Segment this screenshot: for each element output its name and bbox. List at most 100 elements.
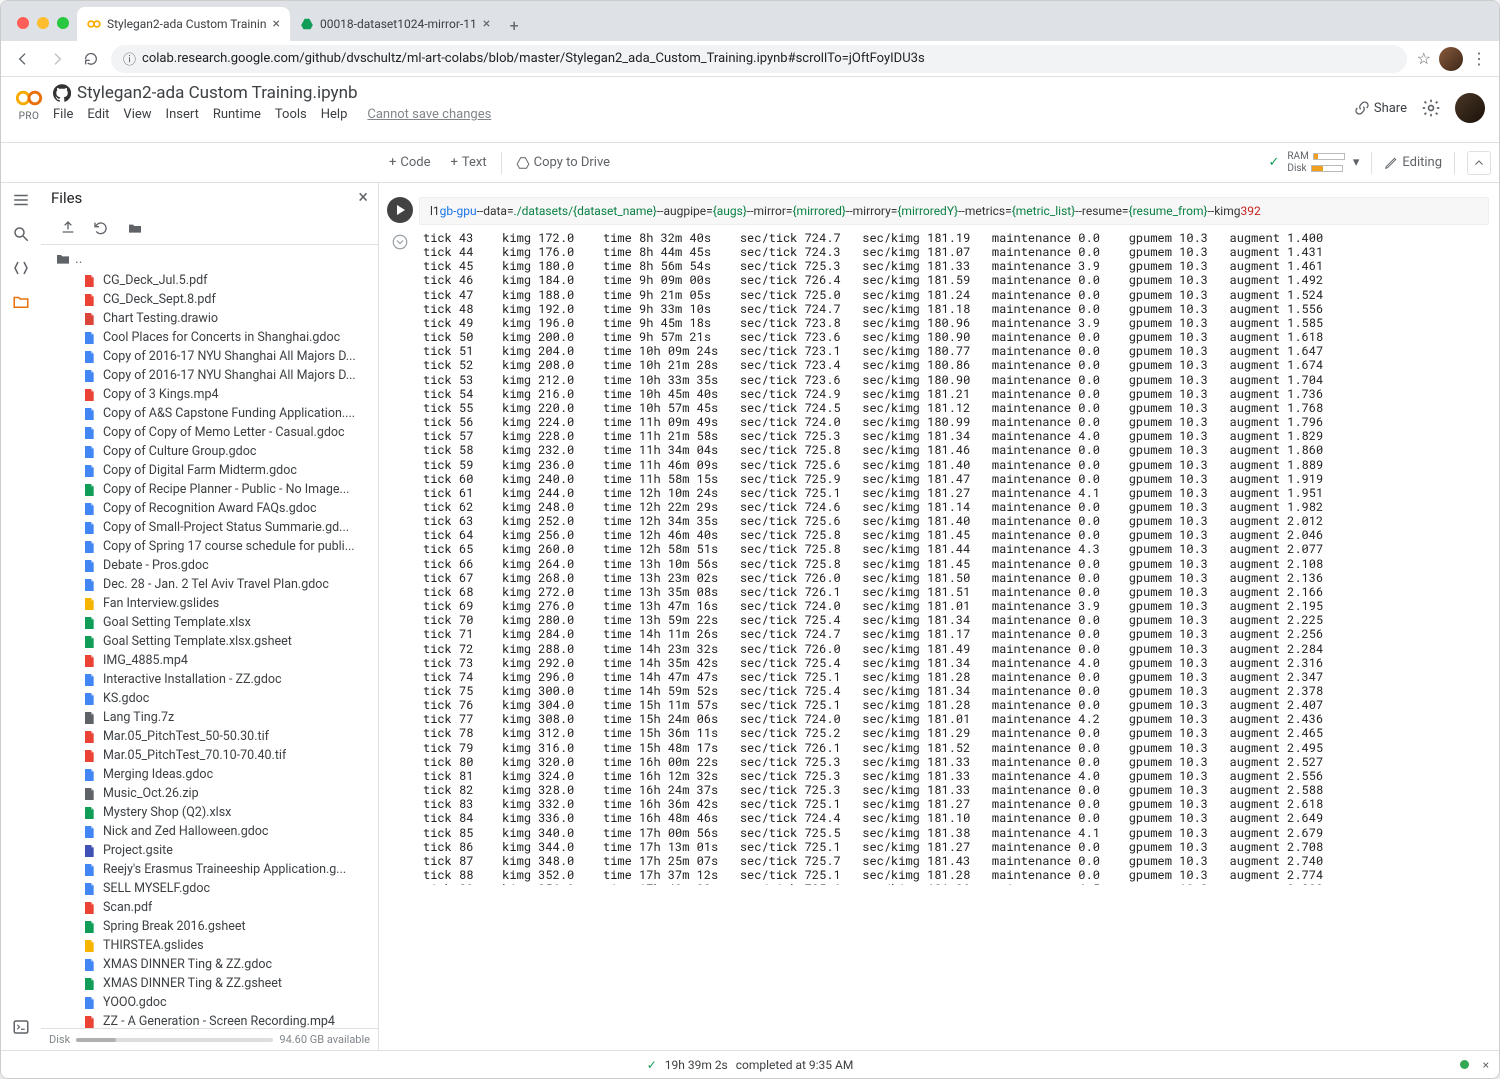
terminal-icon[interactable] bbox=[12, 1018, 30, 1036]
add-text-button[interactable]: + Text bbox=[441, 151, 497, 174]
file-item[interactable]: CG_Deck_Jul.5.pdf bbox=[41, 271, 378, 290]
back-button[interactable] bbox=[9, 45, 37, 73]
menu-file[interactable]: File bbox=[53, 107, 73, 122]
doc-title[interactable]: Stylegan2-ada Custom Training.ipynb bbox=[77, 83, 358, 103]
code-cell[interactable]: l1gb-gpu --data=./datasets/{dataset_name… bbox=[385, 197, 1489, 885]
status-close-icon[interactable]: × bbox=[1483, 1058, 1489, 1072]
file-item[interactable]: Copy of Culture Group.gdoc bbox=[41, 442, 378, 461]
window-zoom-icon[interactable] bbox=[57, 17, 69, 29]
file-item[interactable]: Chart Testing.drawio bbox=[41, 309, 378, 328]
file-item[interactable]: Copy of A&S Capstone Funding Application… bbox=[41, 404, 378, 423]
file-item[interactable]: Copy of 2016-17 NYU Shanghai All Majors … bbox=[41, 347, 378, 366]
colab-logo[interactable]: PRO bbox=[15, 83, 43, 122]
file-item[interactable]: Goal Setting Template.xlsx.gsheet bbox=[41, 632, 378, 651]
mount-drive-icon[interactable] bbox=[125, 220, 145, 236]
code-editor[interactable]: l1gb-gpu --data=./datasets/{dataset_name… bbox=[419, 197, 1489, 225]
tab-close-icon[interactable]: × bbox=[483, 16, 490, 32]
forward-button[interactable] bbox=[43, 45, 71, 73]
cell-output[interactable]: tick 43 kimg 172.0 time 8h 32m 40s sec/t… bbox=[419, 229, 1489, 885]
file-item[interactable]: Fan Interview.gslides bbox=[41, 594, 378, 613]
files-rail-button[interactable] bbox=[0, 293, 30, 311]
menu-view[interactable]: View bbox=[123, 107, 151, 122]
file-item[interactable]: Mar.05_PitchTest_70.10-70.40.tif bbox=[41, 746, 378, 765]
file-name: Nick and Zed Halloween.gdoc bbox=[103, 824, 268, 839]
file-item[interactable]: IMG_4885.mp4 bbox=[41, 651, 378, 670]
file-item[interactable]: Cool Places for Concerts in Shanghai.gdo… bbox=[41, 328, 378, 347]
file-item[interactable]: Nick and Zed Halloween.gdoc bbox=[41, 822, 378, 841]
file-item[interactable]: Copy of Small-Project Status Summarie.gd… bbox=[41, 518, 378, 537]
file-item[interactable]: ZZ - A Generation - Screen Recording.mp4 bbox=[41, 1012, 378, 1028]
file-item[interactable]: SELL MYSELF.gdoc bbox=[41, 879, 378, 898]
file-item[interactable]: CG_Deck_Sept.8.pdf bbox=[41, 290, 378, 309]
new-tab-button[interactable]: + bbox=[500, 16, 528, 41]
file-item[interactable]: Debate - Pros.gdoc bbox=[41, 556, 378, 575]
file-item[interactable]: YOOO.gdoc bbox=[41, 993, 378, 1012]
file-item[interactable]: Lang Ting.7z bbox=[41, 708, 378, 727]
file-item[interactable]: Copy of 3 Kings.mp4 bbox=[41, 385, 378, 404]
browser-tab[interactable]: 00018-dataset1024-mirror-11 × bbox=[290, 7, 500, 41]
file-item[interactable]: KS.gdoc bbox=[41, 689, 378, 708]
url-field[interactable]: ⓘ colab.research.google.com/github/dvsch… bbox=[111, 45, 1407, 73]
window-minimize-icon[interactable] bbox=[37, 17, 49, 29]
user-avatar[interactable] bbox=[1455, 93, 1485, 123]
file-item[interactable]: Dec. 28 - Jan. 2 Tel Aviv Travel Plan.gd… bbox=[41, 575, 378, 594]
toc-icon[interactable] bbox=[12, 191, 30, 209]
file-item[interactable]: Merging Ideas.gdoc bbox=[41, 765, 378, 784]
search-icon[interactable] bbox=[12, 225, 30, 243]
window-close-icon[interactable] bbox=[17, 17, 29, 29]
resource-dropdown-icon[interactable]: ▾ bbox=[1353, 155, 1360, 170]
share-label: Share bbox=[1374, 101, 1407, 116]
menu-runtime[interactable]: Runtime bbox=[213, 107, 261, 122]
file-item[interactable]: Mar.05_PitchTest_50-50.30.tif bbox=[41, 727, 378, 746]
gear-icon[interactable] bbox=[1421, 98, 1441, 118]
output-collapse-icon[interactable] bbox=[391, 233, 409, 251]
browser-tab-active[interactable]: Stylegan2-ada Custom Trainin × bbox=[77, 7, 290, 41]
file-item[interactable]: Mystery Shop (Q2).xlsx bbox=[41, 803, 378, 822]
editing-mode-button[interactable]: Editing bbox=[1384, 155, 1442, 170]
menu-tools[interactable]: Tools bbox=[275, 107, 307, 122]
file-name: Copy of Spring 17 course schedule for pu… bbox=[103, 539, 355, 554]
file-item[interactable]: Music_Oct.26.zip bbox=[41, 784, 378, 803]
file-item[interactable]: THIRSTEA.gslides bbox=[41, 936, 378, 955]
resource-meter[interactable]: RAM Disk bbox=[1287, 151, 1344, 174]
close-panel-icon[interactable]: × bbox=[358, 187, 368, 208]
copy-to-drive-button[interactable]: Copy to Drive bbox=[506, 151, 620, 174]
file-name: Dec. 28 - Jan. 2 Tel Aviv Travel Plan.gd… bbox=[103, 577, 329, 592]
refresh-icon[interactable] bbox=[91, 220, 111, 236]
file-item[interactable]: Copy of Digital Farm Midterm.gdoc bbox=[41, 461, 378, 480]
collapse-button[interactable] bbox=[1467, 151, 1491, 175]
menu-edit[interactable]: Edit bbox=[87, 107, 109, 122]
snippets-icon[interactable] bbox=[12, 259, 30, 277]
tab-close-icon[interactable]: × bbox=[272, 16, 279, 32]
file-list[interactable]: CG_Deck_Jul.5.pdfCG_Deck_Sept.8.pdfChart… bbox=[41, 271, 378, 1028]
menu-help[interactable]: Help bbox=[321, 107, 348, 122]
add-code-button[interactable]: + Code bbox=[379, 151, 441, 174]
file-item[interactable]: Interactive Installation - ZZ.gdoc bbox=[41, 670, 378, 689]
file-item[interactable]: Copy of Recipe Planner - Public - No Ima… bbox=[41, 480, 378, 499]
file-item[interactable]: XMAS DINNER Ting & ZZ.gsheet bbox=[41, 974, 378, 993]
file-crumb[interactable]: .. bbox=[41, 249, 378, 271]
file-item[interactable]: Copy of Copy of Memo Letter - Casual.gdo… bbox=[41, 423, 378, 442]
file-name: Interactive Installation - ZZ.gdoc bbox=[103, 672, 282, 687]
file-item[interactable]: Project.gsite bbox=[41, 841, 378, 860]
file-item[interactable]: Goal Setting Template.xlsx bbox=[41, 613, 378, 632]
menu-insert[interactable]: Insert bbox=[166, 107, 199, 122]
file-type-icon bbox=[81, 1014, 97, 1029]
disk-bar bbox=[76, 1038, 273, 1042]
file-item[interactable]: Copy of 2016-17 NYU Shanghai All Majors … bbox=[41, 366, 378, 385]
bookmark-icon[interactable]: ☆ bbox=[1417, 49, 1431, 68]
file-item[interactable]: Reejy's Erasmus Traineeship Application.… bbox=[41, 860, 378, 879]
browser-menu-icon[interactable]: ⋮ bbox=[1471, 49, 1487, 68]
file-item[interactable]: Spring Break 2016.gsheet bbox=[41, 917, 378, 936]
file-item[interactable]: Scan.pdf bbox=[41, 898, 378, 917]
file-item[interactable]: XMAS DINNER Ting & ZZ.gdoc bbox=[41, 955, 378, 974]
file-item[interactable]: Copy of Spring 17 course schedule for pu… bbox=[41, 537, 378, 556]
notebook-area[interactable]: l1gb-gpu --data=./datasets/{dataset_name… bbox=[379, 183, 1499, 1050]
play-icon bbox=[397, 205, 405, 215]
share-button[interactable]: Share bbox=[1354, 100, 1407, 116]
browser-profile-avatar[interactable] bbox=[1439, 47, 1463, 71]
reload-button[interactable] bbox=[77, 45, 105, 73]
run-cell-button[interactable] bbox=[387, 197, 413, 223]
file-item[interactable]: Copy of Recognition Award FAQs.gdoc bbox=[41, 499, 378, 518]
upload-icon[interactable] bbox=[59, 220, 77, 236]
